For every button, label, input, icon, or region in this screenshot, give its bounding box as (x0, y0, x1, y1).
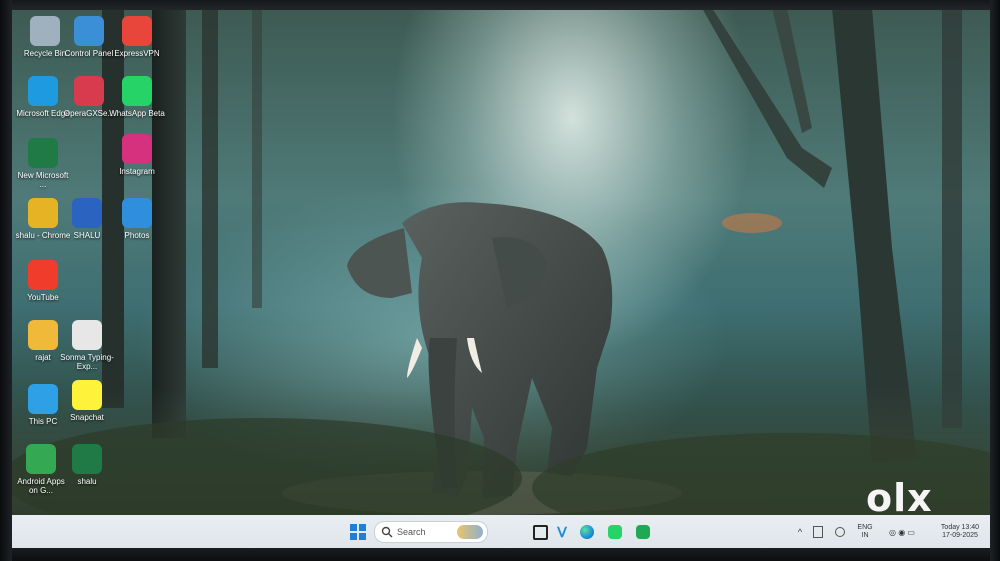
clock-date: 17-09-2025 (942, 532, 978, 539)
excel-icon (28, 138, 58, 168)
windows-logo-icon (350, 524, 366, 540)
expressvpn-icon (122, 16, 152, 46)
desktop-icon[interactable]: Photos (108, 198, 166, 240)
olx-watermark: olx (866, 476, 933, 520)
network-icon (835, 527, 845, 537)
language-code: ENG (857, 524, 873, 531)
whatsapp-icon (122, 76, 152, 106)
desktop-icon-label: New Microsoft ... (17, 171, 69, 189)
start-button[interactable] (348, 522, 368, 542)
opera-gx-icon (74, 76, 104, 106)
monitor-bezel-bottom (0, 548, 1000, 561)
chrome-icon (28, 198, 58, 228)
instagram-icon (122, 134, 152, 164)
desktop-icon[interactable]: Instagram (108, 134, 166, 176)
desktop-icon-label: YouTube (27, 293, 59, 302)
task-view-button[interactable] (532, 522, 548, 542)
language-region: IN (861, 532, 869, 539)
folder-icon (28, 320, 58, 350)
monitor-bezel-right (990, 0, 1000, 561)
desktop-icon-label: Instagram (119, 167, 155, 176)
taskbar-search-box[interactable]: Search (374, 521, 488, 543)
tray-network-icon[interactable] (834, 522, 846, 542)
wifi-volume-battery-icons: ◎ ◉ ▭ (889, 527, 915, 537)
taskbar-app-whatsapp-beta[interactable] (634, 522, 652, 542)
excel-file-icon (72, 444, 102, 474)
typing-app-icon (72, 320, 102, 350)
search-placeholder: Search (397, 527, 426, 537)
snapchat-icon (72, 380, 102, 410)
tray-app-icon[interactable] (812, 522, 824, 542)
this-pc-icon (28, 384, 58, 414)
battery-icon (813, 526, 823, 538)
desktop-icon-label: shalu (77, 477, 97, 486)
desktop-icon[interactable]: ExpressVPN (108, 16, 166, 58)
desktop-icon-label: ExpressVPN (114, 49, 160, 58)
search-highlight-image (457, 525, 483, 539)
desktop-icon[interactable]: WhatsApp Beta (108, 76, 166, 118)
monitor-bezel-left (0, 0, 12, 561)
desktop-icon-label: Photos (124, 231, 150, 240)
search-icon (381, 526, 393, 538)
copilot-icon: ᐯ (557, 523, 567, 540)
photos-icon (122, 198, 152, 228)
clock-status: Today 13:40 (940, 524, 980, 531)
desktop-icon-label: Snapchat (70, 413, 104, 422)
taskbar-app-edge[interactable] (578, 522, 596, 542)
recycle-bin-icon (30, 16, 60, 46)
desktop-icon[interactable]: New Microsoft ... (14, 138, 72, 189)
desktop-icon-label: WhatsApp Beta (109, 109, 165, 118)
taskbar-app-whatsapp[interactable] (606, 522, 624, 542)
word-icon (72, 198, 102, 228)
desktop-icon-label: Sonma Typing-Exp... (60, 353, 114, 371)
edge-icon (28, 76, 58, 106)
taskbar: Search ᐯ ^ ENG IN ◎ ◉ ▭ Today 13:40 17-0… (12, 515, 990, 548)
taskbar-app-copilot[interactable]: ᐯ (554, 522, 570, 542)
clock[interactable]: Today 13:40 17-09-2025 (934, 522, 986, 542)
google-play-icon (26, 444, 56, 474)
desktop-icon[interactable]: Sonma Typing-Exp... (58, 320, 116, 371)
edge-icon (580, 525, 594, 539)
desktop-icon[interactable]: Snapchat (58, 380, 116, 422)
chevron-up-icon: ^ (797, 527, 803, 537)
desktop-icon[interactable]: YouTube (14, 260, 72, 302)
monitor-bezel-top (0, 0, 1000, 10)
quick-settings-button[interactable]: ◎ ◉ ▭ (882, 522, 922, 542)
desktop-icon[interactable]: shalu (58, 444, 116, 486)
input-language-indicator[interactable]: ENG IN (854, 522, 876, 542)
youtube-icon (28, 260, 58, 290)
show-hidden-icons-button[interactable]: ^ (794, 522, 806, 542)
whatsapp-icon (608, 525, 622, 539)
control-panel-icon (74, 16, 104, 46)
task-view-icon (532, 524, 548, 540)
whatsapp-beta-icon (636, 525, 650, 539)
